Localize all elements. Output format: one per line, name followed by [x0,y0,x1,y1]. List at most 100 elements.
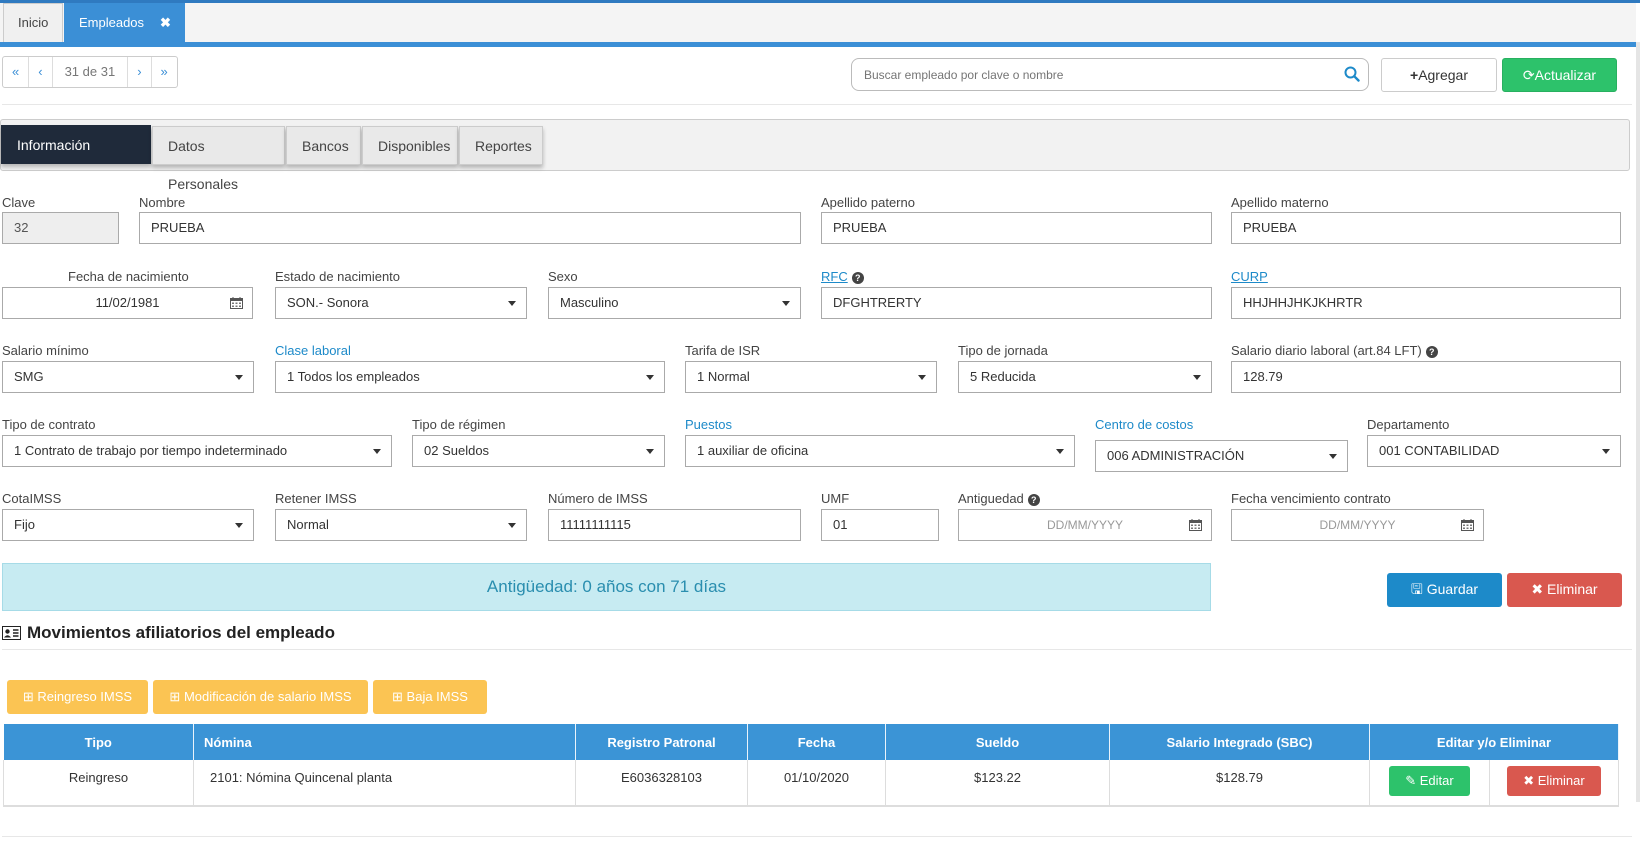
cell-registro: E6036328103 [575,760,748,807]
search-input[interactable] [852,59,1322,90]
clase-laboral-select[interactable]: 1 Todos los empleados [275,361,665,393]
fecha-vencimiento-field[interactable]: DD/MM/YYYY [1231,509,1484,541]
antiguedad-placeholder: DD/MM/YYYY [1046,518,1123,532]
last-page-button[interactable]: » [152,57,177,87]
puestos-select[interactable]: 1 auxiliar de oficina [685,435,1075,467]
tab-underline [0,42,1636,47]
divider [2,104,1632,105]
add-button[interactable]: +Agregar [1381,58,1497,92]
apellido-materno-field[interactable]: PRUEBA [1231,212,1621,244]
id-card-icon [2,626,21,640]
tipo-regimen-select[interactable]: 02 Sueldos [412,435,665,467]
column-header[interactable]: Sueldo [885,724,1110,760]
numero-imss-label: Número de IMSS [548,491,648,506]
fecha-nacimiento-field[interactable]: 11/02/1981 [2,287,253,319]
help-icon[interactable]: ? [1027,494,1040,506]
retener-imss-select[interactable]: Normal [275,509,527,541]
column-header[interactable]: Tipo [3,724,194,760]
nombre-field[interactable]: PRUEBA [139,212,801,244]
fecha-nacimiento-label: Fecha de nacimiento [68,269,189,284]
search-icon[interactable] [1344,66,1360,82]
scrollbar[interactable] [1636,42,1640,802]
departamento-select[interactable]: 001 CONTABILIDAD [1367,435,1621,467]
tipo-jornada-label: Tipo de jornada [958,343,1048,358]
tab-reportes[interactable]: Reportes [459,126,543,165]
column-header[interactable]: Salario Integrado (SBC) [1109,724,1370,760]
plus-square-icon: ⊞ [22,689,38,704]
estado-nacimiento-select[interactable]: SON.- Sonora [275,287,527,319]
reingreso-imss-label: Reingreso IMSS [37,689,133,704]
edit-button[interactable]: ✎ Editar [1389,766,1470,796]
salario-diario-field[interactable]: 128.79 [1231,361,1621,393]
calendar-icon[interactable] [230,297,243,309]
tipo-contrato-label: Tipo de contrato [2,417,96,432]
curp-link[interactable]: CURP [1231,269,1268,284]
tab-datos-personales[interactable]: Datos Personales [152,126,285,192]
plus-square-icon: ⊞ [169,689,184,704]
rfc-field[interactable]: DFGHTRERTY [821,287,1212,319]
tipo-contrato-select[interactable]: 1 Contrato de trabajo por tiempo indeter… [2,435,392,467]
tarifa-isr-select[interactable]: 1 Normal [685,361,937,393]
numero-imss-field[interactable]: 11111111115 [548,509,801,541]
salario-minimo-select[interactable]: SMG [2,361,254,393]
antiguedad-label: Antiguedad [958,491,1024,506]
salario-diario-label: Salario diario laboral (art.84 LFT) [1231,343,1422,358]
app-tab-inicio[interactable]: Inicio [3,3,64,43]
tab-disponibles[interactable]: Disponibles [362,126,458,165]
table-row: Reingreso 2101: Nómina Quincenal planta … [3,760,1619,807]
reingreso-imss-button[interactable]: ⊞ Reingreso IMSS [7,680,148,714]
tab-informacion-general[interactable]: Información General [1,125,151,191]
table-header-row: Tipo Nómina Registro Patronal Fecha Suel… [3,724,1619,760]
divider [2,836,1632,837]
antiguedad-field[interactable]: DD/MM/YYYY [958,509,1212,541]
calendar-icon[interactable] [1461,519,1474,531]
calendar-icon[interactable] [1189,519,1202,531]
cota-imss-label: CotaIMSS [2,491,62,506]
modificacion-salario-button[interactable]: ⊞ Modificación de salario IMSS [153,680,368,714]
edit-icon: ✎ [1405,773,1420,788]
help-icon[interactable]: ? [1425,346,1438,358]
retener-imss-label: Retener IMSS [275,491,357,506]
prev-page-button[interactable]: ‹ [29,57,53,87]
movimientos-title-text: Movimientos afiliatorios del empleado [27,623,335,642]
search-box [851,58,1369,91]
centro-costos-select[interactable]: 006 ADMINISTRACIÓN [1095,440,1348,472]
column-header[interactable]: Registro Patronal [575,724,748,760]
page-count: 31 de 31 [53,57,129,87]
plus-icon: + [1410,67,1419,83]
centro-costos-link[interactable]: Centro de costos [1095,417,1193,432]
row-delete-button-label: Eliminar [1537,773,1585,788]
app-tab-label: Empleados [79,15,145,30]
apellido-paterno-field[interactable]: PRUEBA [821,212,1212,244]
curp-field[interactable]: HHJHHJHKJKHRTR [1231,287,1621,319]
sexo-select[interactable]: Masculino [548,287,801,319]
save-button-label: Guardar [1426,581,1479,597]
first-page-button[interactable]: « [3,57,30,87]
column-header[interactable]: Nómina [193,724,576,760]
nombre-label: Nombre [139,195,186,210]
fecha-vencimiento-label: Fecha vencimiento contrato [1231,491,1391,506]
clase-laboral-link[interactable]: Clase laboral [275,343,351,358]
rfc-link[interactable]: RFC [821,269,848,284]
next-page-button[interactable]: › [128,57,152,87]
pager: « ‹ 31 de 31 › » [2,56,178,88]
delete-button[interactable]: ✖ Eliminar [1507,573,1622,607]
column-header[interactable]: Fecha [747,724,886,760]
save-button[interactable]: 🖫 Guardar [1387,573,1502,607]
cell-delete: ✖ Eliminar [1489,760,1619,807]
apellido-materno-label: Apellido materno [1231,195,1329,210]
help-icon[interactable]: ? [851,272,864,284]
baja-imss-button[interactable]: ⊞ Baja IMSS [373,680,487,714]
close-icon[interactable]: ✖ [160,15,171,30]
rfc-label-wrap: RFC? [821,269,864,284]
antiguedad-alert: Antigüedad: 0 años con 71 días [2,563,1211,611]
cota-imss-select[interactable]: Fijo [2,509,254,541]
tab-bancos[interactable]: Bancos [286,126,361,165]
app-tab-empleados[interactable]: Empleados ✖ [64,3,185,43]
tipo-jornada-select[interactable]: 5 Reducida [958,361,1212,393]
refresh-button[interactable]: ⟳Actualizar [1502,58,1617,92]
puestos-link[interactable]: Puestos [685,417,732,432]
umf-field[interactable]: 01 [821,509,939,541]
sexo-label: Sexo [548,269,578,284]
row-delete-button[interactable]: ✖ Eliminar [1507,766,1601,796]
